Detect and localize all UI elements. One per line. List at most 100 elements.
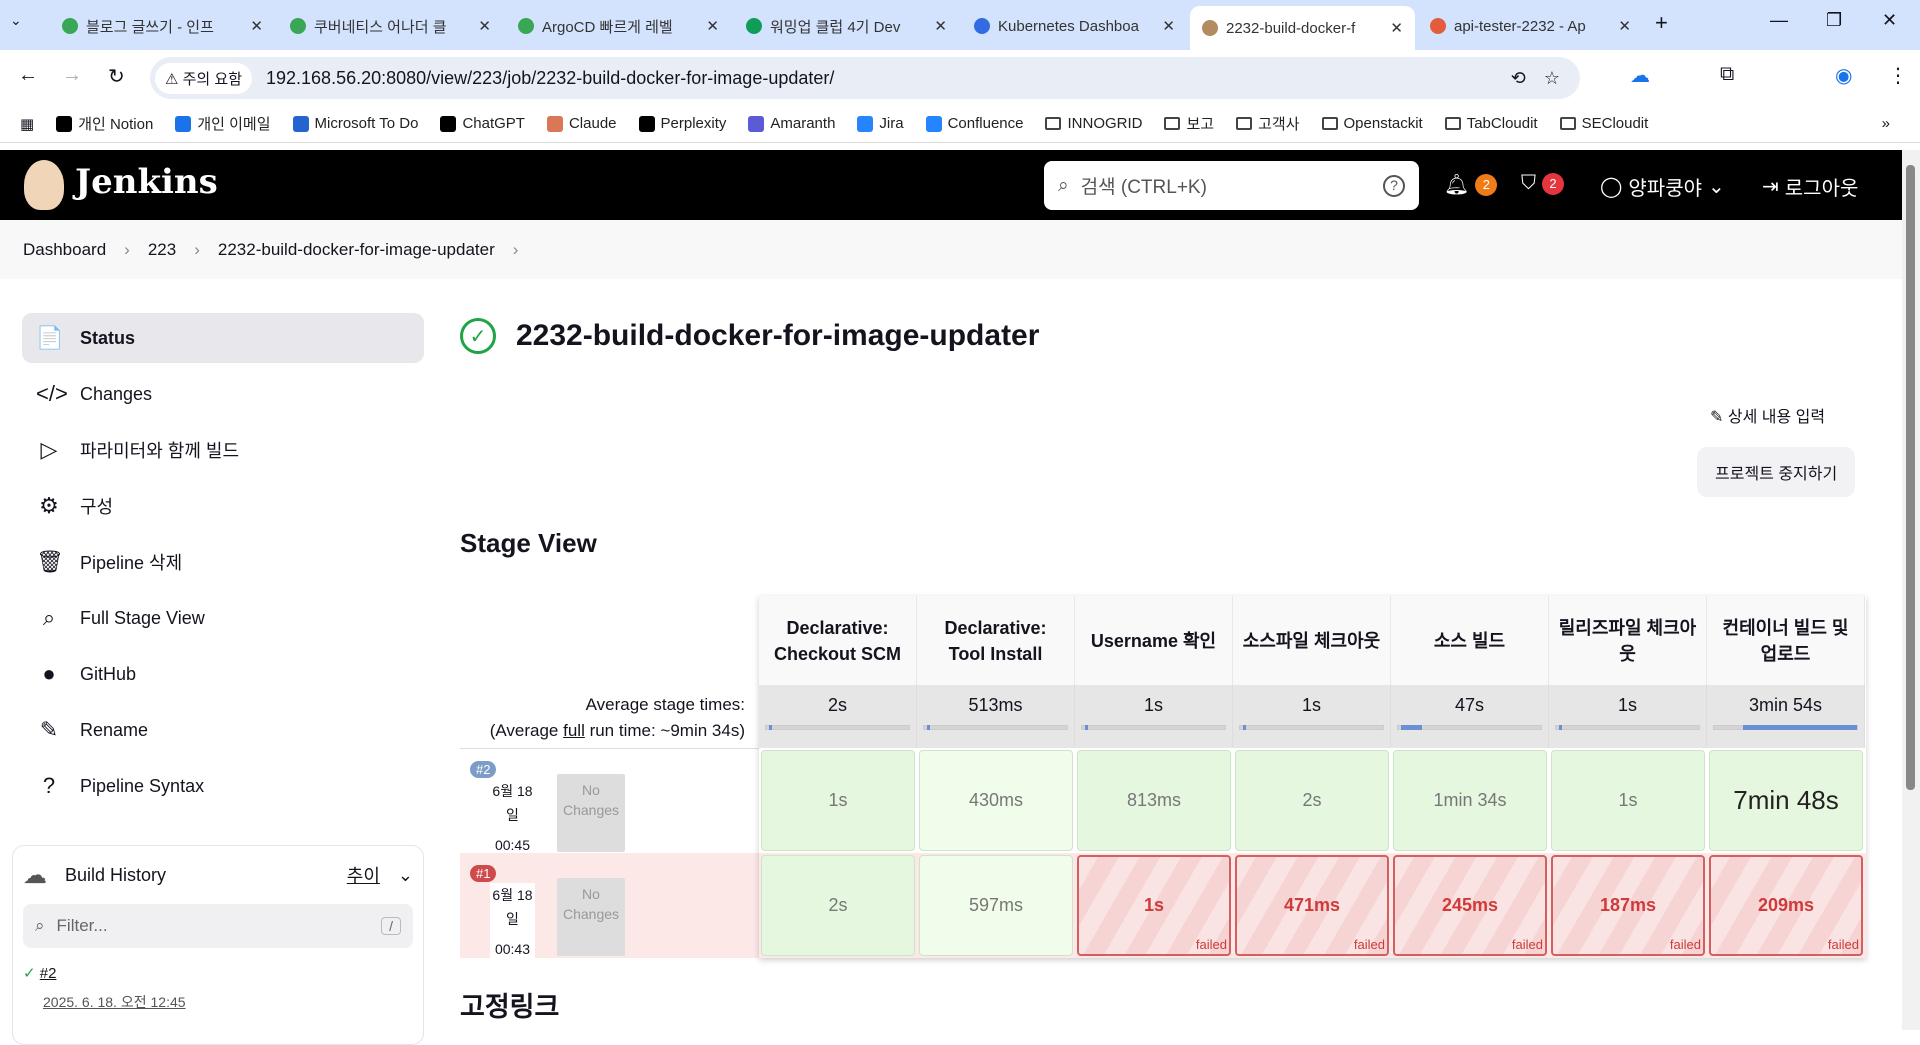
stage-cell[interactable]: 2s	[761, 855, 915, 956]
profile-icon[interactable]: ◉	[1835, 63, 1852, 88]
bookmark-item[interactable]: 보고	[1164, 113, 1214, 134]
bookmark-item[interactable]: Perplexity	[638, 115, 726, 132]
scrollbar-thumb[interactable]	[1906, 165, 1915, 790]
bookmark-item[interactable]: Claude	[546, 115, 617, 132]
sidebar-item-changes[interactable]: </> Changes	[22, 369, 424, 419]
stage-cell[interactable]: 1s	[761, 750, 915, 851]
close-tab-icon[interactable]: ✕	[478, 17, 491, 35]
more-bookmarks-icon[interactable]: »	[1882, 115, 1890, 132]
breadcrumb-dashboard[interactable]: Dashboard	[23, 240, 106, 260]
omnibox[interactable]: ⚠ 주의 요함 192.168.56.20:8080/view/223/job/…	[150, 57, 1580, 99]
sidebar-item-구성[interactable]: ⚙ 구성	[22, 481, 424, 531]
build-number-badge[interactable]: #1	[470, 865, 497, 882]
sidebar-item-pipeline-syntax[interactable]: ? Pipeline Syntax	[22, 761, 424, 811]
browser-tab[interactable]: api-tester-2232 - Ap ✕	[1418, 8, 1643, 44]
changes-box[interactable]: No Changes	[557, 774, 625, 852]
translate-icon[interactable]: ⟲	[1511, 68, 1526, 89]
chevron-down-icon[interactable]: ⌄	[398, 865, 413, 886]
build-date[interactable]: 2025. 6. 18. 오전 12:45	[43, 992, 413, 1012]
jenkins-logo-text[interactable]: Jenkins	[75, 162, 218, 202]
changes-box[interactable]: No Changes	[557, 878, 625, 956]
browser-tab[interactable]: 2232-build-docker-f ✕	[1190, 6, 1415, 50]
build-day: 6월 18일	[492, 887, 533, 927]
bookmark-item[interactable]: Microsoft To Do	[292, 115, 418, 132]
browser-tab[interactable]: Kubernetes Dashboa ✕	[962, 8, 1187, 44]
bookmark-item[interactable]: 개인 Notion	[56, 113, 153, 134]
close-tab-icon[interactable]: ✕	[706, 17, 719, 35]
bookmark-item[interactable]: ChatGPT	[440, 115, 525, 132]
breadcrumb-folder[interactable]: 223	[148, 240, 176, 260]
apps-icon[interactable]: ▦	[20, 115, 34, 133]
user-menu[interactable]: ◯ 양파쿵야 ⌄	[1600, 172, 1725, 201]
stage-cell[interactable]: 813ms	[1077, 750, 1231, 851]
search-input[interactable]: 검색 (CTRL+K)	[1081, 172, 1371, 199]
new-tab-button[interactable]: +	[1655, 10, 1668, 36]
browser-tab[interactable]: ArgoCD 빠르게 레벨 ✕	[506, 8, 731, 44]
search-box[interactable]: ⌕ 검색 (CTRL+K) ?	[1044, 161, 1419, 210]
sidebar-item-파라미터와-함께-빌드[interactable]: ▷ 파라미터와 함께 빌드	[22, 425, 424, 475]
reload-icon[interactable]: ↻	[108, 64, 125, 89]
stage-cell[interactable]: 1min 34s	[1393, 750, 1547, 851]
sidebar-item-full-stage-view[interactable]: ⌕ Full Stage View	[22, 593, 424, 643]
chevron-right-icon[interactable]: ›	[513, 240, 519, 260]
browser-tab[interactable]: 블로그 글쓰기 - 인프 ✕	[50, 8, 275, 44]
build-history-item[interactable]: ✓ #2 2025. 6. 18. 오전 12:45	[23, 964, 413, 1012]
stage-cell[interactable]: 7min 48s	[1709, 750, 1863, 851]
full-run-link[interactable]: full	[563, 721, 585, 740]
close-tab-icon[interactable]: ✕	[250, 17, 263, 35]
bookmark-item[interactable]: Amaranth	[748, 115, 835, 132]
stage-cell[interactable]: 430ms	[919, 750, 1073, 851]
sidebar-item-pipeline-삭제[interactable]: 🗑 Pipeline 삭제	[22, 537, 424, 587]
bookmark-item[interactable]: Jira	[857, 115, 904, 132]
sidebar-item-rename[interactable]: ✎ Rename	[22, 705, 424, 755]
minimize-button[interactable]: —	[1770, 10, 1788, 31]
bookmark-item[interactable]: Confluence	[925, 115, 1023, 132]
bookmark-item[interactable]: Openstackit	[1321, 115, 1423, 132]
close-tab-icon[interactable]: ✕	[1162, 17, 1175, 35]
stage-cell[interactable]: 1s	[1551, 750, 1705, 851]
average-time-bar-fill	[768, 725, 772, 730]
bookmark-item[interactable]: TabCloudit	[1444, 115, 1538, 132]
stage-cell[interactable]: 2s	[1235, 750, 1389, 851]
bookmark-item[interactable]: INNOGRID	[1045, 115, 1142, 132]
tab-search-button[interactable]: ⌄	[10, 12, 22, 29]
extension-icon[interactable]: ☁	[1630, 63, 1650, 88]
restore-button[interactable]: ❐	[1826, 10, 1842, 31]
menu-icon[interactable]: ⋮	[1888, 63, 1908, 88]
forward-icon[interactable]: →	[62, 64, 82, 87]
close-tab-icon[interactable]: ✕	[934, 17, 947, 35]
security-warning[interactable]: ⚠ 주의 요함	[155, 62, 252, 94]
build-link[interactable]: #2	[40, 965, 57, 982]
close-window-button[interactable]: ✕	[1882, 10, 1897, 31]
stage-cell[interactable]: 1s failed	[1077, 855, 1231, 956]
close-tab-icon[interactable]: ✕	[1618, 17, 1631, 35]
stage-cell[interactable]: 471ms failed	[1235, 855, 1389, 956]
browser-tab[interactable]: 워밍업 클럽 4기 Dev ✕	[734, 8, 959, 44]
sidebar-item-github[interactable]: ● GitHub	[22, 649, 424, 699]
disable-project-button[interactable]: 프로젝트 중지하기	[1697, 447, 1856, 497]
extensions-icon[interactable]: ⧉	[1720, 63, 1734, 86]
security-button[interactable]: ⛉ 2	[1521, 172, 1564, 195]
bookmark-item[interactable]: 고객사	[1236, 113, 1300, 134]
help-icon[interactable]: ?	[1383, 174, 1405, 197]
stage-cell[interactable]: 187ms failed	[1551, 855, 1705, 956]
jenkins-logo-icon[interactable]	[24, 160, 64, 210]
build-number-badge[interactable]: #2	[470, 761, 497, 778]
bookmark-item[interactable]: 개인 이메일	[175, 113, 271, 134]
breadcrumb-job[interactable]: 2232-build-docker-for-image-updater	[218, 240, 495, 260]
bookmark-item[interactable]: SECloudit	[1559, 115, 1648, 132]
edit-description-link[interactable]: ✎ 상세 내용 입력	[1710, 403, 1825, 427]
browser-tab[interactable]: 쿠버네티스 어나더 클 ✕	[278, 8, 503, 44]
sidebar-item-status[interactable]: 📄 Status	[22, 313, 424, 363]
filter-input[interactable]: ⌕ Filter... /	[23, 904, 413, 948]
back-icon[interactable]: ←	[18, 64, 38, 87]
stage-cell[interactable]: 209ms failed	[1709, 855, 1863, 956]
bookmark-star-icon[interactable]: ☆	[1544, 68, 1560, 89]
close-tab-icon[interactable]: ✕	[1390, 19, 1403, 37]
notifications-button[interactable]: 🔔︎ 2	[1444, 172, 1498, 197]
stage-cell[interactable]: 597ms	[919, 855, 1073, 956]
logout-button[interactable]: ⇥ 로그아웃	[1762, 172, 1858, 201]
stage-cell[interactable]: 245ms failed	[1393, 855, 1547, 956]
trend-link[interactable]: 추이	[347, 862, 380, 888]
url-text[interactable]: 192.168.56.20:8080/view/223/job/2232-bui…	[266, 68, 834, 89]
